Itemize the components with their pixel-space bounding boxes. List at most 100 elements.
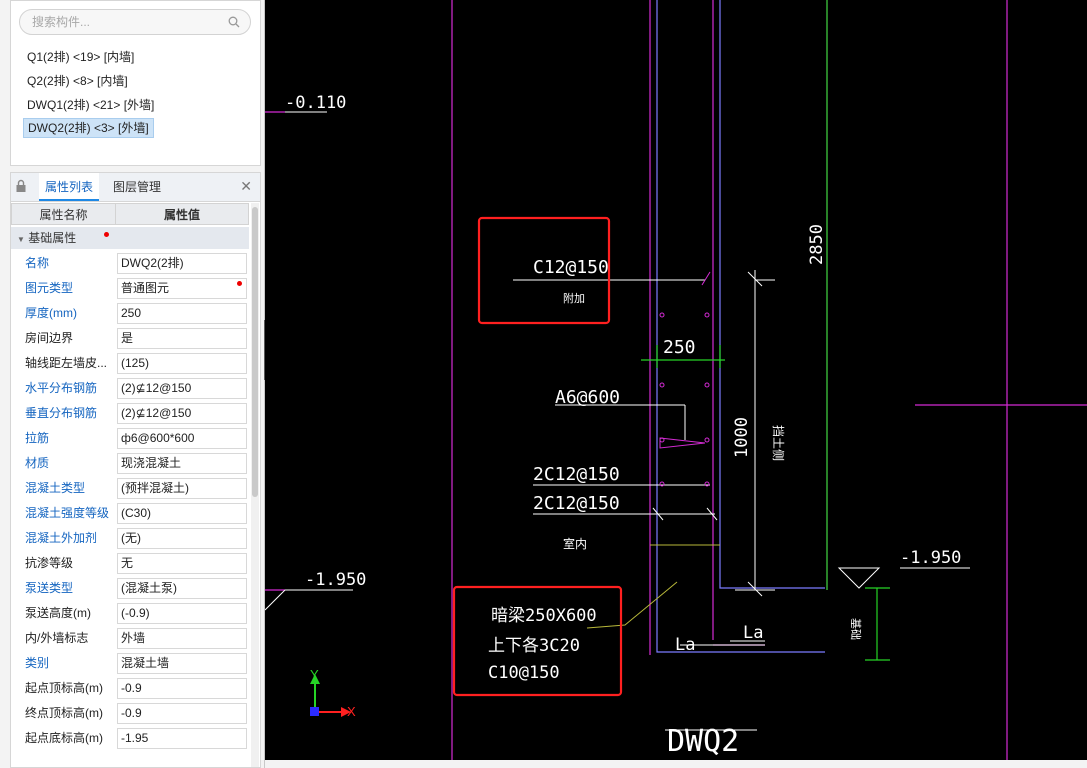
collapse-triangle-icon[interactable]: ▼ <box>17 235 25 244</box>
property-name: 拉筋 <box>25 431 50 445</box>
dimension-250-text: 250 <box>663 337 696 358</box>
property-value-field[interactable]: -1.95 <box>117 728 247 749</box>
property-scrollbar[interactable] <box>251 203 259 767</box>
column-header-value: 属性值 <box>115 203 249 225</box>
property-row[interactable]: 内/外墙标志 外墙 <box>11 626 249 651</box>
rebar-b-text: 2C12@150 <box>533 493 620 514</box>
property-row[interactable]: 名称 DWQ2(2排) <box>11 251 249 276</box>
property-rows: 名称 DWQ2(2排) 图元类型 普通图元厚度(mm) 250 房间边界 是轴线距左墙皮..… <box>11 251 249 751</box>
property-value-field[interactable]: (2)⊈12@150 <box>117 403 247 424</box>
property-header-row: 属性名称 属性值 <box>11 203 249 225</box>
property-value-field[interactable]: (预拌混凝土) <box>117 478 247 499</box>
tab-layers[interactable]: 图层管理 <box>109 173 165 201</box>
property-value-field[interactable]: (无) <box>117 528 247 549</box>
property-value-field[interactable]: DWQ2(2排) <box>117 253 247 274</box>
elevation-left-text: -1.950 <box>305 570 366 590</box>
property-name: 房间边界 <box>25 331 74 345</box>
component-item-dwq1[interactable]: DWQ1(2排) <21> [外墙] <box>23 95 158 115</box>
cad-canvas[interactable]: -0.110 -1.950 -1.950 C12@150 附加 250 A6@6… <box>265 0 1087 760</box>
component-list-panel: 搜索构件... Q1(2排) <19> [内墙] Q2(2排) <8> [内墙]… <box>10 0 261 166</box>
tab-properties[interactable]: 属性列表 <box>39 173 100 201</box>
dimension-1000-text: 1000 <box>732 417 752 458</box>
property-row[interactable]: 材质 现浇混凝土 <box>11 451 249 476</box>
axis-y-label: Y <box>310 667 319 682</box>
la-right-text: La <box>743 623 763 643</box>
property-row[interactable]: 厚度(mm) 250 <box>11 301 249 326</box>
tie-rebar-text: A6@600 <box>555 387 620 408</box>
dimension-2850-text: 2850 <box>807 224 827 265</box>
property-row[interactable]: 混凝土强度等级 (C30) <box>11 501 249 526</box>
component-item-q1[interactable]: Q1(2排) <19> [内墙] <box>23 47 138 67</box>
column-header-name: 属性名称 <box>11 203 116 225</box>
property-row[interactable]: 水平分布钢筋 (2)⊈12@150 <box>11 376 249 401</box>
rebar-top-sub-text: 附加 <box>563 291 585 305</box>
property-row[interactable]: 拉筋 ф6@600*600 <box>11 426 249 451</box>
search-icon[interactable] <box>228 16 240 28</box>
property-row[interactable]: 轴线距左墙皮... (125) <box>11 351 249 376</box>
property-row[interactable]: 起点顶标高(m) -0.9 <box>11 676 249 701</box>
left-panel: 搜索构件... Q1(2排) <19> [内墙] Q2(2排) <8> [内墙]… <box>0 0 265 768</box>
property-name: 起点顶标高(m) <box>25 681 103 695</box>
property-value-field[interactable]: 无 <box>117 553 247 574</box>
dimension-right-text: 基础 <box>849 618 862 640</box>
property-row[interactable]: 混凝土类型 (预拌混凝土) <box>11 476 249 501</box>
property-value-field[interactable]: -0.9 <box>117 703 247 724</box>
rebar-a-text: 2C12@150 <box>533 464 620 485</box>
property-name: 泵送高度(m) <box>25 606 91 620</box>
property-value-field[interactable]: ф6@600*600 <box>117 428 247 449</box>
outside-label: 挡土侧 <box>771 425 785 461</box>
property-row[interactable]: 房间边界 是 <box>11 326 249 351</box>
beam-stirrup-text: C10@150 <box>488 663 560 683</box>
property-row[interactable]: 泵送高度(m) (-0.9) <box>11 601 249 626</box>
property-value-field[interactable]: 现浇混凝土 <box>117 453 247 474</box>
inside-label: 室内 <box>563 536 587 551</box>
property-row[interactable]: 类别 混凝土墙 <box>11 651 249 676</box>
property-value-field[interactable]: 250 <box>117 303 247 324</box>
property-row[interactable]: 抗渗等级 无 <box>11 551 249 576</box>
search-input[interactable]: 搜索构件... <box>19 9 251 35</box>
property-value-field[interactable]: (125) <box>117 353 247 374</box>
property-name: 厚度(mm) <box>25 306 77 320</box>
property-row[interactable]: 泵送类型 (混凝土泵) <box>11 576 249 601</box>
la-left-text: La <box>675 635 695 655</box>
beam-size-text: 暗梁250X600 <box>491 606 597 626</box>
scroll-thumb[interactable] <box>252 207 258 497</box>
property-value-field[interactable]: (C30) <box>117 503 247 524</box>
property-value-field[interactable]: 是 <box>117 328 247 349</box>
component-item-q2[interactable]: Q2(2排) <8> [内墙] <box>23 71 132 91</box>
property-row[interactable]: 混凝土外加剂 (无) <box>11 526 249 551</box>
elevation-right-text: -1.950 <box>900 548 961 568</box>
close-icon[interactable]: ✕ <box>240 179 252 193</box>
search-placeholder: 搜索构件... <box>32 15 91 29</box>
property-name: 混凝土强度等级 <box>25 506 110 520</box>
property-name: 图元类型 <box>25 281 74 295</box>
property-name: 内/外墙标志 <box>25 631 89 645</box>
property-name: 终点顶标高(m) <box>25 706 103 720</box>
property-name: 抗渗等级 <box>25 556 74 570</box>
property-group-row[interactable]: ▼ 基础属性 <box>11 227 249 249</box>
beam-bars-text: 上下各3C20 <box>488 636 580 656</box>
property-name: 水平分布钢筋 <box>25 381 98 395</box>
property-row[interactable]: 图元类型 普通图元 <box>11 276 249 301</box>
property-value-field[interactable]: 混凝土墙 <box>117 653 247 674</box>
lock-icon[interactable] <box>15 179 27 193</box>
property-value-field[interactable]: 外墙 <box>117 628 247 649</box>
group-label: 基础属性 <box>28 231 77 245</box>
property-name: 轴线距左墙皮... <box>25 356 108 370</box>
property-value-field[interactable]: -0.9 <box>117 678 247 699</box>
property-name: 垂直分布钢筋 <box>25 406 98 420</box>
property-tabs: 属性列表 图层管理 ✕ <box>11 173 260 202</box>
property-value-field[interactable]: (混凝土泵) <box>117 578 247 599</box>
modified-dot-icon <box>104 232 109 237</box>
property-value-field[interactable]: 普通图元 <box>117 278 247 299</box>
property-row[interactable]: 起点底标高(m) -1.95 <box>11 726 249 751</box>
modified-dot-icon <box>237 281 242 286</box>
property-value-field[interactable]: (-0.9) <box>117 603 247 624</box>
property-row[interactable]: 终点顶标高(m) -0.9 <box>11 701 249 726</box>
bottom-toolbar <box>265 760 1087 768</box>
component-item-dwq2[interactable]: DWQ2(2排) <3> [外墙] <box>23 118 154 138</box>
rebar-top-text: C12@150 <box>533 257 609 278</box>
property-value-field[interactable]: (2)⊈12@150 <box>117 378 247 399</box>
property-row[interactable]: 垂直分布钢筋 (2)⊈12@150 <box>11 401 249 426</box>
wall-label-text: DWQ2 <box>667 724 739 759</box>
